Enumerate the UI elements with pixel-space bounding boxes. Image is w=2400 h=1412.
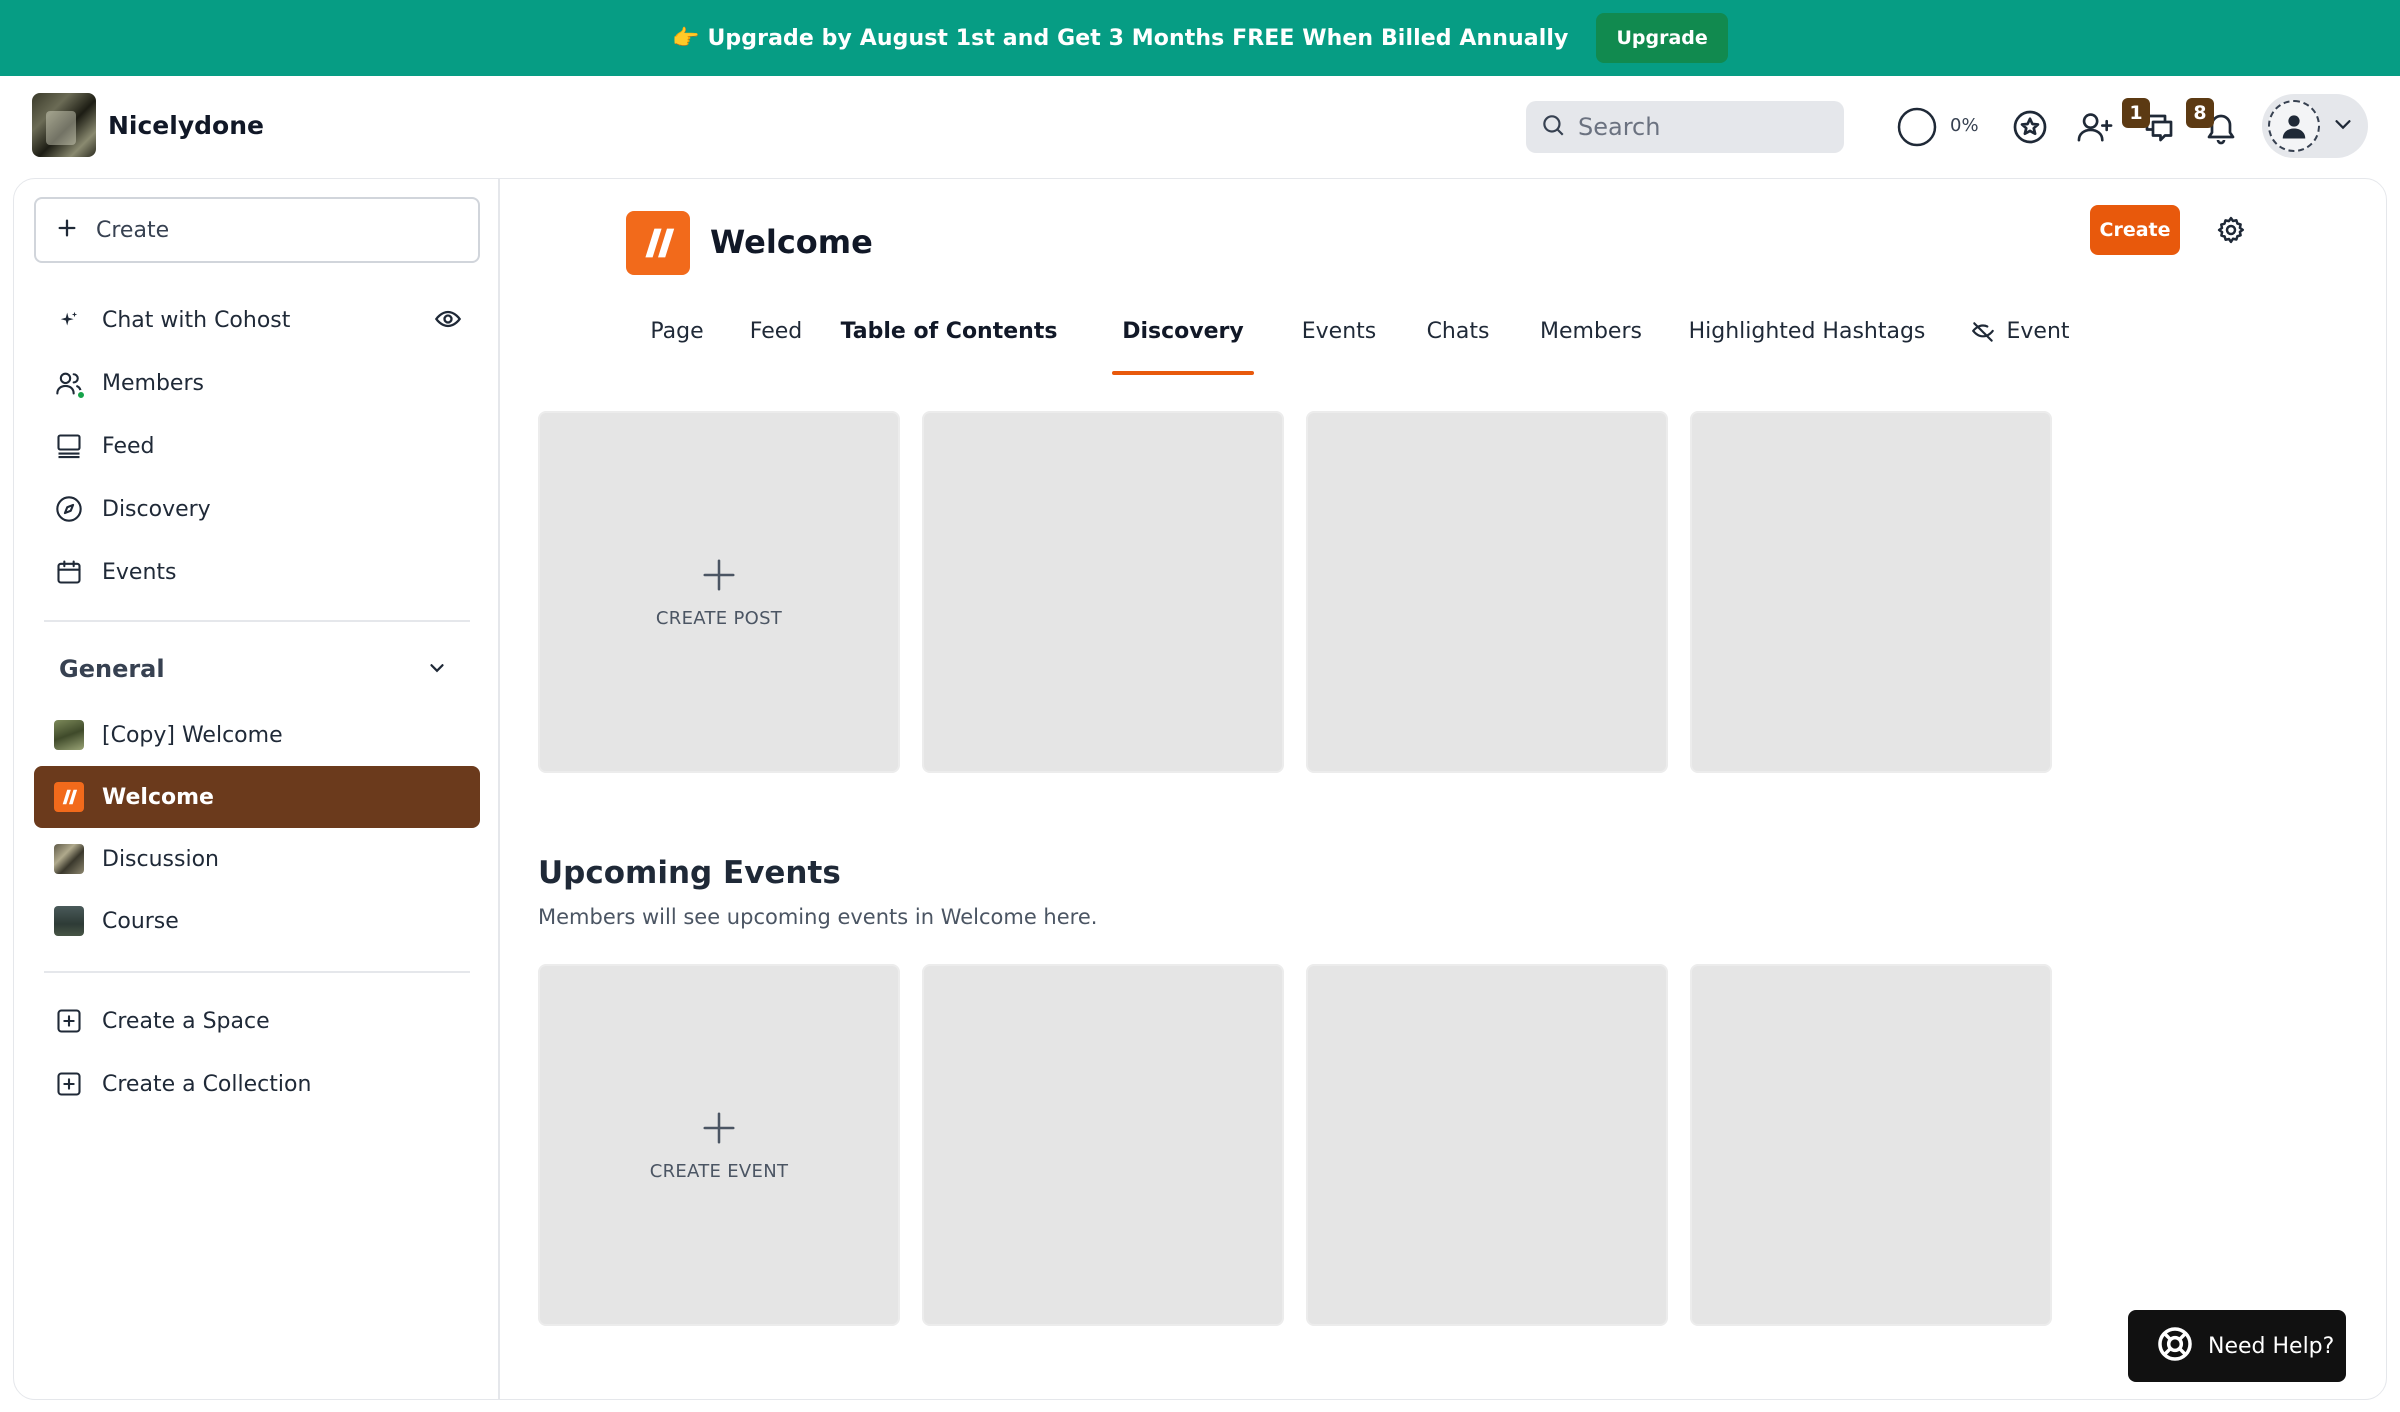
create-event-caption: CREATE EVENT: [649, 1160, 789, 1182]
sidebar-item-label: Members: [102, 370, 204, 396]
gear-icon[interactable]: [2216, 215, 2246, 249]
sidebar-item-events[interactable]: Events: [34, 541, 480, 603]
sidebar-divider: [44, 620, 470, 622]
upgrade-button[interactable]: Upgrade: [1596, 13, 1728, 63]
eye-off-icon: [1970, 319, 1996, 351]
promo-text: 👉 Upgrade by August 1st and Get 3 Months…: [672, 25, 1569, 51]
community-name[interactable]: Nicelydone: [108, 111, 264, 140]
create-event-card[interactable]: CREATE EVENT: [538, 964, 900, 1326]
add-user-icon[interactable]: [2074, 107, 2116, 147]
sidebar-space-copy-welcome[interactable]: [Copy] Welcome: [34, 704, 480, 766]
sidebar-item-chat-with-cohost[interactable]: Chat with Cohost: [34, 289, 480, 351]
top-header: Nicelydone 0% 1 8: [0, 76, 2400, 178]
tab-members[interactable]: Members: [1524, 299, 1658, 375]
plus-square-icon: [54, 1069, 84, 1099]
need-help-button[interactable]: Need Help?: [2128, 1310, 2346, 1382]
sidebar-item-label: Discovery: [102, 496, 211, 522]
sparkle-icon: [54, 305, 84, 335]
event-placeholder-card: [922, 964, 1284, 1326]
sidebar-space-welcome[interactable]: Welcome: [34, 766, 480, 828]
sidebar-item-label: Events: [102, 559, 177, 585]
chevron-down-icon[interactable]: [426, 657, 448, 683]
tab-page[interactable]: Page: [636, 299, 718, 375]
sidebar-item-label: Create a Collection: [102, 1071, 312, 1097]
space-thumbnail: [54, 844, 84, 874]
plus-square-icon: [54, 1006, 84, 1036]
space-tabs: Page Feed Table of Contents Discovery Ev…: [502, 299, 2386, 375]
avatar: [2268, 100, 2320, 152]
notifications-badge: 8: [2186, 98, 2214, 128]
sidebar-space-discussion[interactable]: Discussion: [34, 828, 480, 890]
sidebar-item-label: Create a Space: [102, 1008, 270, 1034]
main-panel: Create Chat with Cohost Members Feed Dis…: [13, 178, 2387, 1400]
space-thumbnail: [54, 720, 84, 750]
sidebar-item-label: Feed: [102, 433, 155, 459]
space-content: Welcome Create Page Feed Table of Conten…: [502, 179, 2386, 1399]
create-post-card[interactable]: CREATE POST: [538, 411, 900, 773]
post-placeholder-card: [922, 411, 1284, 773]
search-icon: [1540, 112, 1566, 142]
compass-icon: [54, 494, 84, 524]
tab-chats[interactable]: Chats: [1410, 299, 1506, 375]
plus-icon: [700, 1109, 738, 1151]
search-input[interactable]: [1578, 113, 1828, 141]
sidebar-item-members[interactable]: Members: [34, 352, 480, 414]
progress-ring-icon[interactable]: [1896, 106, 1938, 148]
sidebar-item-label: Course: [102, 908, 179, 934]
page-title: Welcome: [710, 223, 873, 261]
progress-label: 0%: [1950, 115, 1979, 136]
promo-banner: 👉 Upgrade by August 1st and Get 3 Months…: [0, 0, 2400, 76]
tab-feed[interactable]: Feed: [740, 299, 812, 375]
sidebar-item-label: Chat with Cohost: [102, 307, 291, 333]
feed-icon: [54, 431, 84, 461]
need-help-label: Need Help?: [2208, 1333, 2335, 1359]
sidebar-create-button[interactable]: Create: [34, 197, 480, 263]
search-bar[interactable]: [1526, 101, 1844, 153]
community-logo[interactable]: [32, 93, 96, 157]
post-placeholder-card: [1690, 411, 2052, 773]
tab-event-hidden[interactable]: Event: [1960, 299, 2080, 375]
sidebar-item-feed[interactable]: Feed: [34, 415, 480, 477]
star-badge-icon[interactable]: [2010, 107, 2050, 147]
sidebar-item-label: Discussion: [102, 846, 219, 872]
tab-events[interactable]: Events: [1284, 299, 1394, 375]
upcoming-events-heading: Upcoming Events: [538, 855, 841, 891]
sidebar-item-label: [Copy] Welcome: [102, 722, 283, 748]
create-post-caption: CREATE POST: [655, 607, 783, 629]
create-space-link[interactable]: Create a Space: [34, 990, 480, 1052]
sidebar: Create Chat with Cohost Members Feed Dis…: [14, 179, 500, 1399]
sidebar-space-course[interactable]: Course: [34, 890, 480, 952]
user-menu[interactable]: [2262, 94, 2368, 158]
section-title-general[interactable]: General: [59, 655, 165, 683]
chevron-down-icon: [2332, 113, 2354, 139]
create-button[interactable]: Create: [2090, 205, 2180, 255]
event-placeholder-card: [1690, 964, 2052, 1326]
online-status-dot: [76, 390, 86, 400]
tab-label: Event: [2006, 319, 2070, 344]
post-placeholder-card: [1306, 411, 1668, 773]
upcoming-events-subtitle: Members will see upcoming events in Welc…: [538, 905, 1098, 929]
event-placeholder-card: [1306, 964, 1668, 1326]
welcome-space-logo-icon: [54, 782, 84, 812]
sidebar-item-discovery[interactable]: Discovery: [34, 478, 480, 540]
tab-highlighted-hashtags[interactable]: Highlighted Hashtags: [1672, 299, 1942, 375]
tab-table-of-contents[interactable]: Table of Contents: [834, 299, 1064, 375]
space-thumbnail: [54, 906, 84, 936]
sidebar-item-label: Welcome: [102, 784, 214, 810]
create-label: Create: [96, 217, 170, 243]
members-icon: [54, 368, 86, 400]
plus-icon: [700, 556, 738, 598]
plus-icon: [56, 217, 78, 243]
tab-discovery[interactable]: Discovery: [1112, 299, 1254, 375]
calendar-icon: [54, 557, 84, 587]
create-collection-link[interactable]: Create a Collection: [34, 1053, 480, 1115]
lifebuoy-icon: [2156, 1325, 2194, 1367]
sidebar-divider: [44, 971, 470, 973]
welcome-space-logo-icon: [626, 211, 690, 275]
eye-icon[interactable]: [434, 305, 462, 337]
messages-badge: 1: [2122, 98, 2150, 128]
